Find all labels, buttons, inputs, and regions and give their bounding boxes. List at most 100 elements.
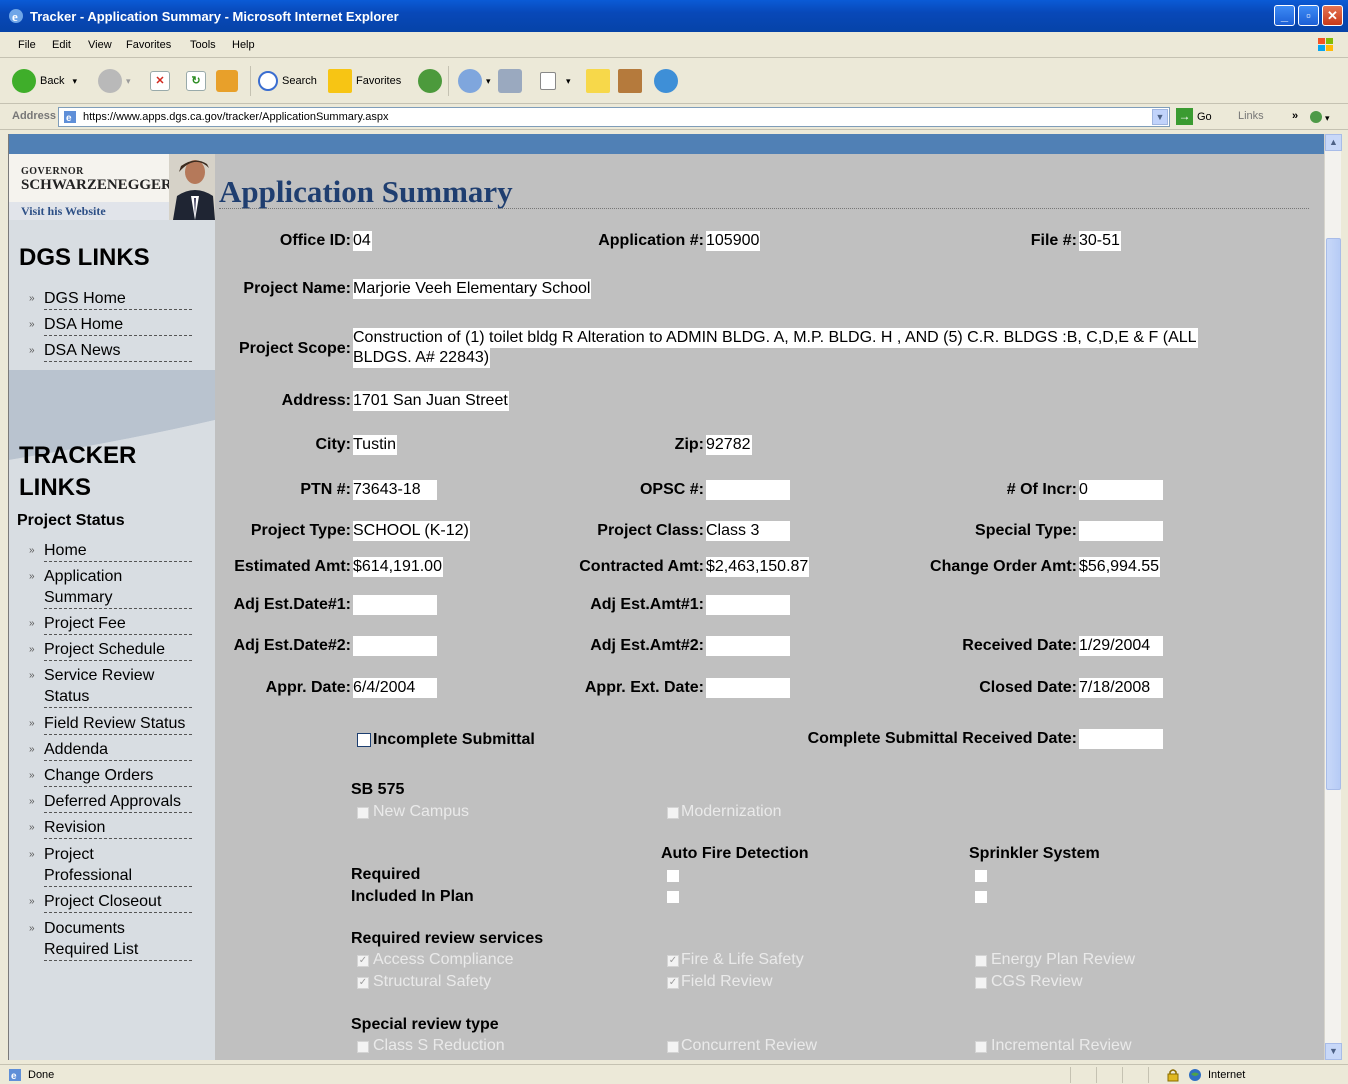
stop-icon: ✕ [150, 71, 170, 91]
class-s-reduction-checkbox[interactable] [357, 1041, 369, 1053]
sidebar-link-application-summary[interactable]: » Application Summary [29, 566, 203, 609]
sidebar-link-addenda[interactable]: » Addenda [29, 739, 203, 761]
sidebar-link-project-professional[interactable]: » Project Professional [29, 844, 203, 887]
menu-bar: File Edit View Favorites Tools Help [0, 32, 1348, 58]
zip-value: 92782 [706, 435, 752, 455]
sidebar-link-service-review-status[interactable]: » Service Review Status [29, 665, 203, 708]
access-compliance-label: Access Compliance [373, 951, 514, 968]
double-chevron-icon: » [29, 744, 35, 755]
access-compliance-checkbox[interactable]: ✓ [357, 955, 369, 967]
sidebar-link-dgs-home[interactable]: » DGS Home [29, 288, 203, 310]
visit-website-link[interactable]: Visit his Website [9, 202, 171, 220]
required-review-services-heading: Required review services [351, 930, 544, 947]
svg-text:e: e [11, 1071, 17, 1082]
header-band [9, 134, 1324, 154]
menu-help[interactable]: Help [232, 39, 255, 51]
application-summary-form: Application Summary Office ID: 04 Applic… [215, 154, 1324, 1060]
ptn-value: 73643-18 [353, 480, 437, 500]
sidebar-link-dsa-news[interactable]: » DSA News [29, 340, 203, 362]
file-number-value: 30-51 [1079, 231, 1121, 251]
address-input[interactable]: e https://www.apps.dgs.ca.gov/tracker/Ap… [58, 107, 1170, 127]
address-dropdown-icon[interactable]: ▼ [1152, 109, 1168, 125]
project-scope-label: Project Scope: [238, 340, 351, 357]
sidebar-link-dsa-home[interactable]: » DSA Home [29, 314, 203, 336]
incremental-review-checkbox[interactable] [975, 1041, 987, 1053]
office-id-label: Office ID: [279, 232, 351, 249]
sprinkler-included-checkbox[interactable] [975, 891, 987, 903]
scroll-thumb[interactable] [1326, 238, 1341, 790]
city-value: Tustin [353, 435, 397, 455]
energy-plan-review-label: Energy Plan Review [991, 951, 1136, 968]
print-button[interactable] [498, 68, 526, 94]
complete-submittal-received-value [1079, 729, 1163, 749]
double-chevron-icon: » [29, 923, 35, 934]
svg-text:»: » [1292, 110, 1298, 122]
change-order-amount-label: Change Order Amt: [930, 558, 1077, 575]
window-title-bar[interactable]: e Tracker - Application Summary - Micros… [0, 0, 1348, 32]
modernization-label: Modernization [681, 803, 782, 820]
fire-life-safety-checkbox[interactable]: ✓ [667, 955, 679, 967]
sidebar-link-field-review-status[interactable]: » Field Review Status [29, 713, 203, 735]
field-review-checkbox[interactable]: ✓ [667, 977, 679, 989]
page-content: GOVERNOR SCHWARZENEGGER Visit his Websit… [8, 134, 1324, 1060]
close-button[interactable]: ✕ [1322, 5, 1343, 26]
sidebar-link-project-schedule[interactable]: » Project Schedule [29, 639, 203, 661]
modernization-checkbox[interactable] [667, 807, 679, 819]
sidebar-link-home[interactable]: » Home [29, 540, 203, 562]
minimize-button[interactable]: _ [1274, 5, 1295, 26]
new-campus-checkbox[interactable] [357, 807, 369, 819]
double-chevron-icon: » [29, 822, 35, 833]
home-button[interactable] [216, 68, 242, 94]
menu-tools[interactable]: Tools [190, 39, 216, 51]
back-button[interactable]: Back ▾ [12, 68, 77, 94]
concurrent-review-checkbox[interactable] [667, 1041, 679, 1053]
sidebar-link-change-orders[interactable]: » Change Orders [29, 765, 203, 787]
menu-edit[interactable]: Edit [52, 39, 71, 51]
refresh-button[interactable]: ↻ [186, 68, 210, 94]
sidebar-link-project-closeout[interactable]: » Project Closeout [29, 891, 203, 913]
links-chevron-icon[interactable]: » ▾ [1292, 109, 1332, 125]
structural-safety-checkbox[interactable]: ✓ [357, 977, 369, 989]
menu-view[interactable]: View [88, 39, 112, 51]
fire-detection-required-checkbox[interactable] [667, 870, 679, 882]
research-button[interactable] [618, 68, 646, 94]
new-campus-label: New Campus [373, 803, 470, 820]
window-title: Tracker - Application Summary - Microsof… [30, 9, 399, 24]
search-button[interactable]: Search [258, 68, 317, 94]
edit-button[interactable]: ▾ [540, 68, 571, 94]
sprinkler-required-checkbox[interactable] [975, 870, 987, 882]
estimated-amount-label: Estimated Amt: [234, 558, 351, 575]
incomplete-submittal-checkbox[interactable] [357, 733, 371, 747]
governor-banner[interactable]: GOVERNOR SCHWARZENEGGER Visit his Websit… [9, 154, 215, 220]
vertical-scrollbar[interactable]: ▲ ▼ [1324, 134, 1342, 1060]
forward-button[interactable]: ▾ [98, 68, 131, 94]
scroll-down-icon[interactable]: ▼ [1325, 1043, 1342, 1060]
sidebar-link-documents-required-list[interactable]: » Documents Required List [29, 918, 203, 961]
go-button[interactable]: → Go [1176, 108, 1212, 125]
governor-label: GOVERNOR [21, 166, 84, 177]
closed-date-label: Closed Date: [979, 679, 1077, 696]
scroll-up-icon[interactable]: ▲ [1325, 134, 1342, 151]
sidebar-link-revision[interactable]: » Revision [29, 817, 203, 839]
cgs-review-checkbox[interactable] [975, 977, 987, 989]
energy-plan-review-checkbox[interactable] [975, 955, 987, 967]
contracted-amount-value: $2,463,150.87 [706, 557, 810, 577]
project-class-value: Class 3 [706, 521, 790, 541]
stop-button[interactable]: ✕ [150, 68, 174, 94]
sidebar-link-project-fee[interactable]: » Project Fee [29, 613, 203, 635]
fire-detection-included-checkbox[interactable] [667, 891, 679, 903]
menu-file[interactable]: File [18, 39, 36, 51]
lock-icon [1167, 1069, 1179, 1082]
menu-favorites[interactable]: Favorites [126, 39, 171, 51]
mail-button[interactable]: ▾ [458, 68, 491, 94]
zip-label: Zip: [674, 436, 704, 453]
sidebar-link-deferred-approvals[interactable]: » Deferred Approvals [29, 791, 203, 813]
favorites-button[interactable]: Favorites [328, 68, 401, 94]
maximize-button[interactable]: ▫ [1298, 5, 1319, 26]
project-scope-line-2: BLDGS. A# 22843) [353, 348, 491, 368]
history-button[interactable] [418, 68, 446, 94]
discuss-button[interactable] [586, 68, 614, 94]
structural-safety-label: Structural Safety [373, 973, 492, 990]
links-button[interactable]: Links [1238, 110, 1264, 122]
messenger-button[interactable] [654, 68, 682, 94]
